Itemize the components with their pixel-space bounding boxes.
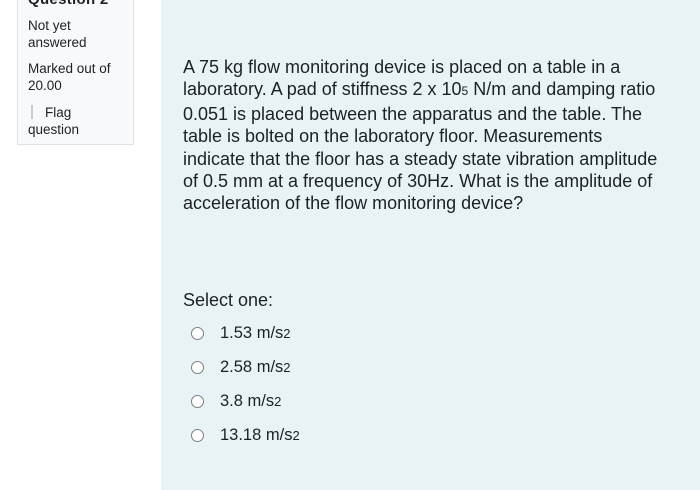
answer-label[interactable]: 1.53 m/s [220, 324, 283, 343]
question-state: Not yet answered [28, 17, 128, 51]
answer-option[interactable]: 3.8 m/s 2 [191, 384, 300, 418]
radio-button[interactable] [191, 326, 204, 340]
question-info-panel: Question 2 Not yet answered Marked out o… [17, 0, 134, 145]
answer-exponent: 2 [274, 393, 282, 409]
answer-label[interactable]: 2.58 m/s [220, 358, 283, 377]
radio-button[interactable] [191, 360, 204, 374]
question-content-panel: A 75 kg flow monitoring device is placed… [161, 0, 700, 490]
radio-button[interactable] [191, 428, 204, 442]
state-line-2: answered [28, 35, 87, 50]
answer-options: 1.53 m/s 2 2.58 m/s 2 3.8 m/s 2 13.18 m/s 2 [191, 316, 300, 452]
select-one-prompt: Select one: [183, 290, 274, 310]
answer-option[interactable]: 2.58 m/s 2 [191, 350, 300, 384]
flag-line-2: question [28, 122, 80, 137]
answer-option[interactable]: 1.53 m/s 2 [191, 316, 300, 350]
question-text-part-2: N/m and damping ratio 0.051 is placed be… [183, 79, 658, 214]
answer-exponent: 2 [283, 359, 291, 375]
grade-line-2: 20.00 [28, 78, 62, 93]
answer-exponent: 2 [292, 427, 300, 443]
answer-label[interactable]: 13.18 m/s [220, 426, 292, 445]
flag-question-button[interactable]: Flag question [28, 104, 128, 138]
question-number: Question 2 [28, 0, 109, 8]
state-line-1: Not yet [28, 18, 71, 33]
question-grade: Marked out of 20.00 [28, 60, 133, 94]
radio-button[interactable] [191, 394, 204, 408]
answer-label[interactable]: 3.8 m/s [220, 392, 274, 411]
answer-exponent: 2 [283, 325, 291, 341]
grade-line-1: Marked out of [28, 61, 111, 76]
answer-option[interactable]: 13.18 m/s 2 [191, 418, 300, 452]
flag-line-1: Flag [45, 105, 72, 120]
question-text: A 75 kg flow monitoring device is placed… [183, 56, 663, 215]
flag-icon[interactable] [31, 105, 43, 119]
